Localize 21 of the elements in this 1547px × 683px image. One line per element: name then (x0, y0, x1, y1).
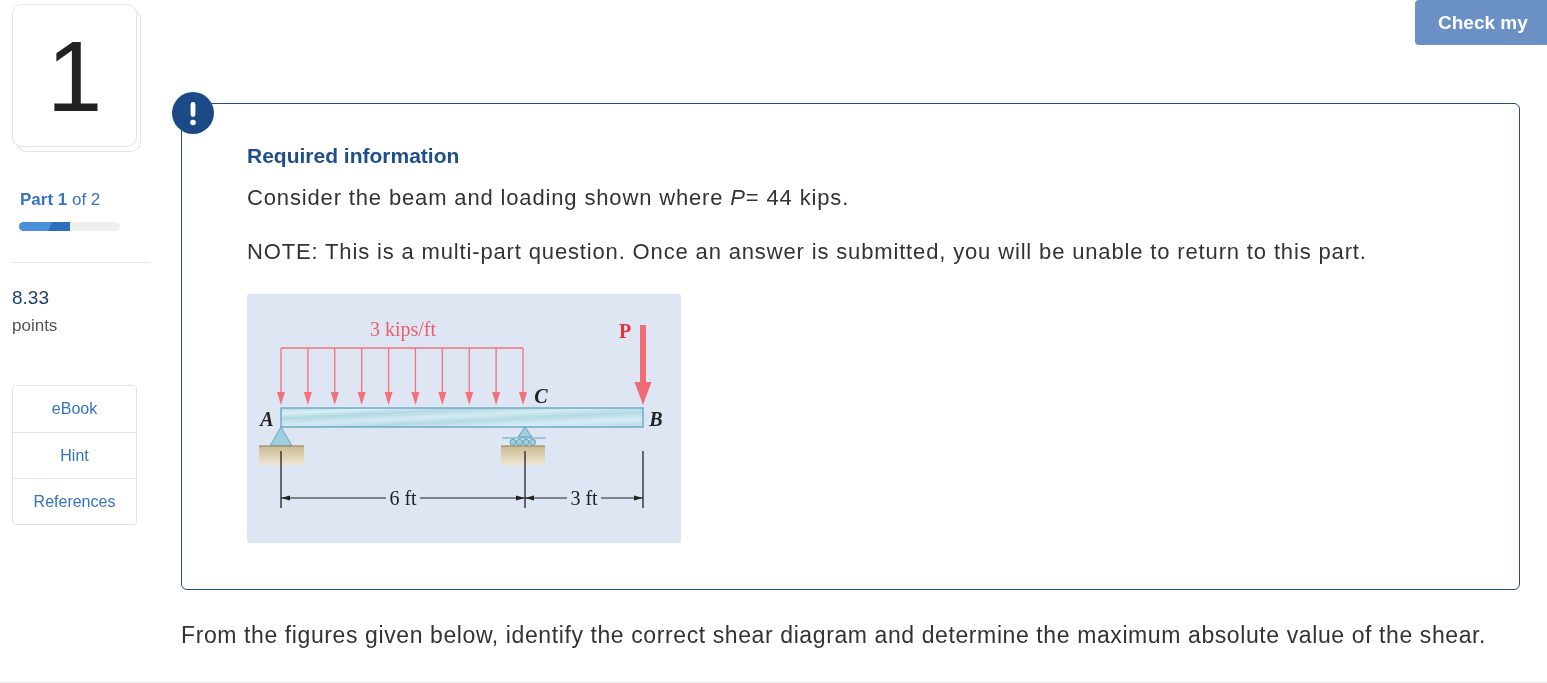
question-number: 1 (46, 25, 103, 126)
points-value: 8.33 (12, 287, 50, 309)
point-label: B (649, 408, 663, 430)
problem-statement: Consider the beam and loading shown where P= 44 kips. (247, 186, 851, 210)
point-label: A (260, 408, 274, 430)
extension-line (280, 450, 282, 509)
point-load-label: P (618, 320, 632, 342)
note-text: NOTE: This is a multi-part question. Once an answer is submitted, you will be unable to return to this part. (247, 240, 1368, 264)
info-title: Required information (247, 144, 461, 168)
question-text: From the figures given below, identify the correct shear diagram and determine the maximum absolute value of the shear. (181, 622, 1488, 648)
load-label: 3 kips/ft (369, 318, 437, 340)
dimension-label: 3 ft (570, 487, 598, 509)
dimension-label: 6 ft (389, 487, 417, 509)
part-label: Part 1 of 2 (20, 190, 102, 210)
point-label: C (534, 385, 548, 407)
roller-support (501, 426, 547, 446)
extension-line (524, 450, 526, 509)
pin-support (269, 426, 293, 447)
points-label: points (12, 315, 59, 337)
resource-button[interactable]: References (13, 478, 136, 524)
extension-line (642, 450, 644, 509)
